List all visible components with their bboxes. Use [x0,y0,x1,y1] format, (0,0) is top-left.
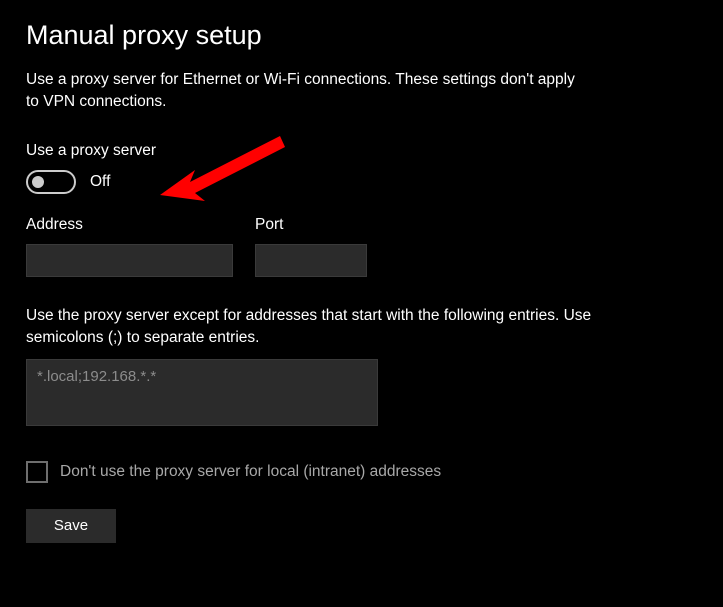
use-proxy-label: Use a proxy server [26,142,699,160]
local-bypass-label: Don't use the proxy server for local (in… [60,463,441,481]
local-bypass-checkbox[interactable] [26,461,48,483]
use-proxy-toggle[interactable] [26,170,76,194]
exceptions-input[interactable] [26,359,378,426]
use-proxy-state: Off [90,173,110,191]
exceptions-label: Use the proxy server except for addresse… [26,305,626,348]
page-title: Manual proxy setup [26,20,699,51]
address-label: Address [26,216,233,234]
toggle-knob [32,176,44,188]
proxy-description: Use a proxy server for Ethernet or Wi-Fi… [26,69,586,112]
address-input[interactable] [26,244,233,277]
port-label: Port [255,216,367,234]
port-input[interactable] [255,244,367,277]
save-button[interactable]: Save [26,509,116,543]
